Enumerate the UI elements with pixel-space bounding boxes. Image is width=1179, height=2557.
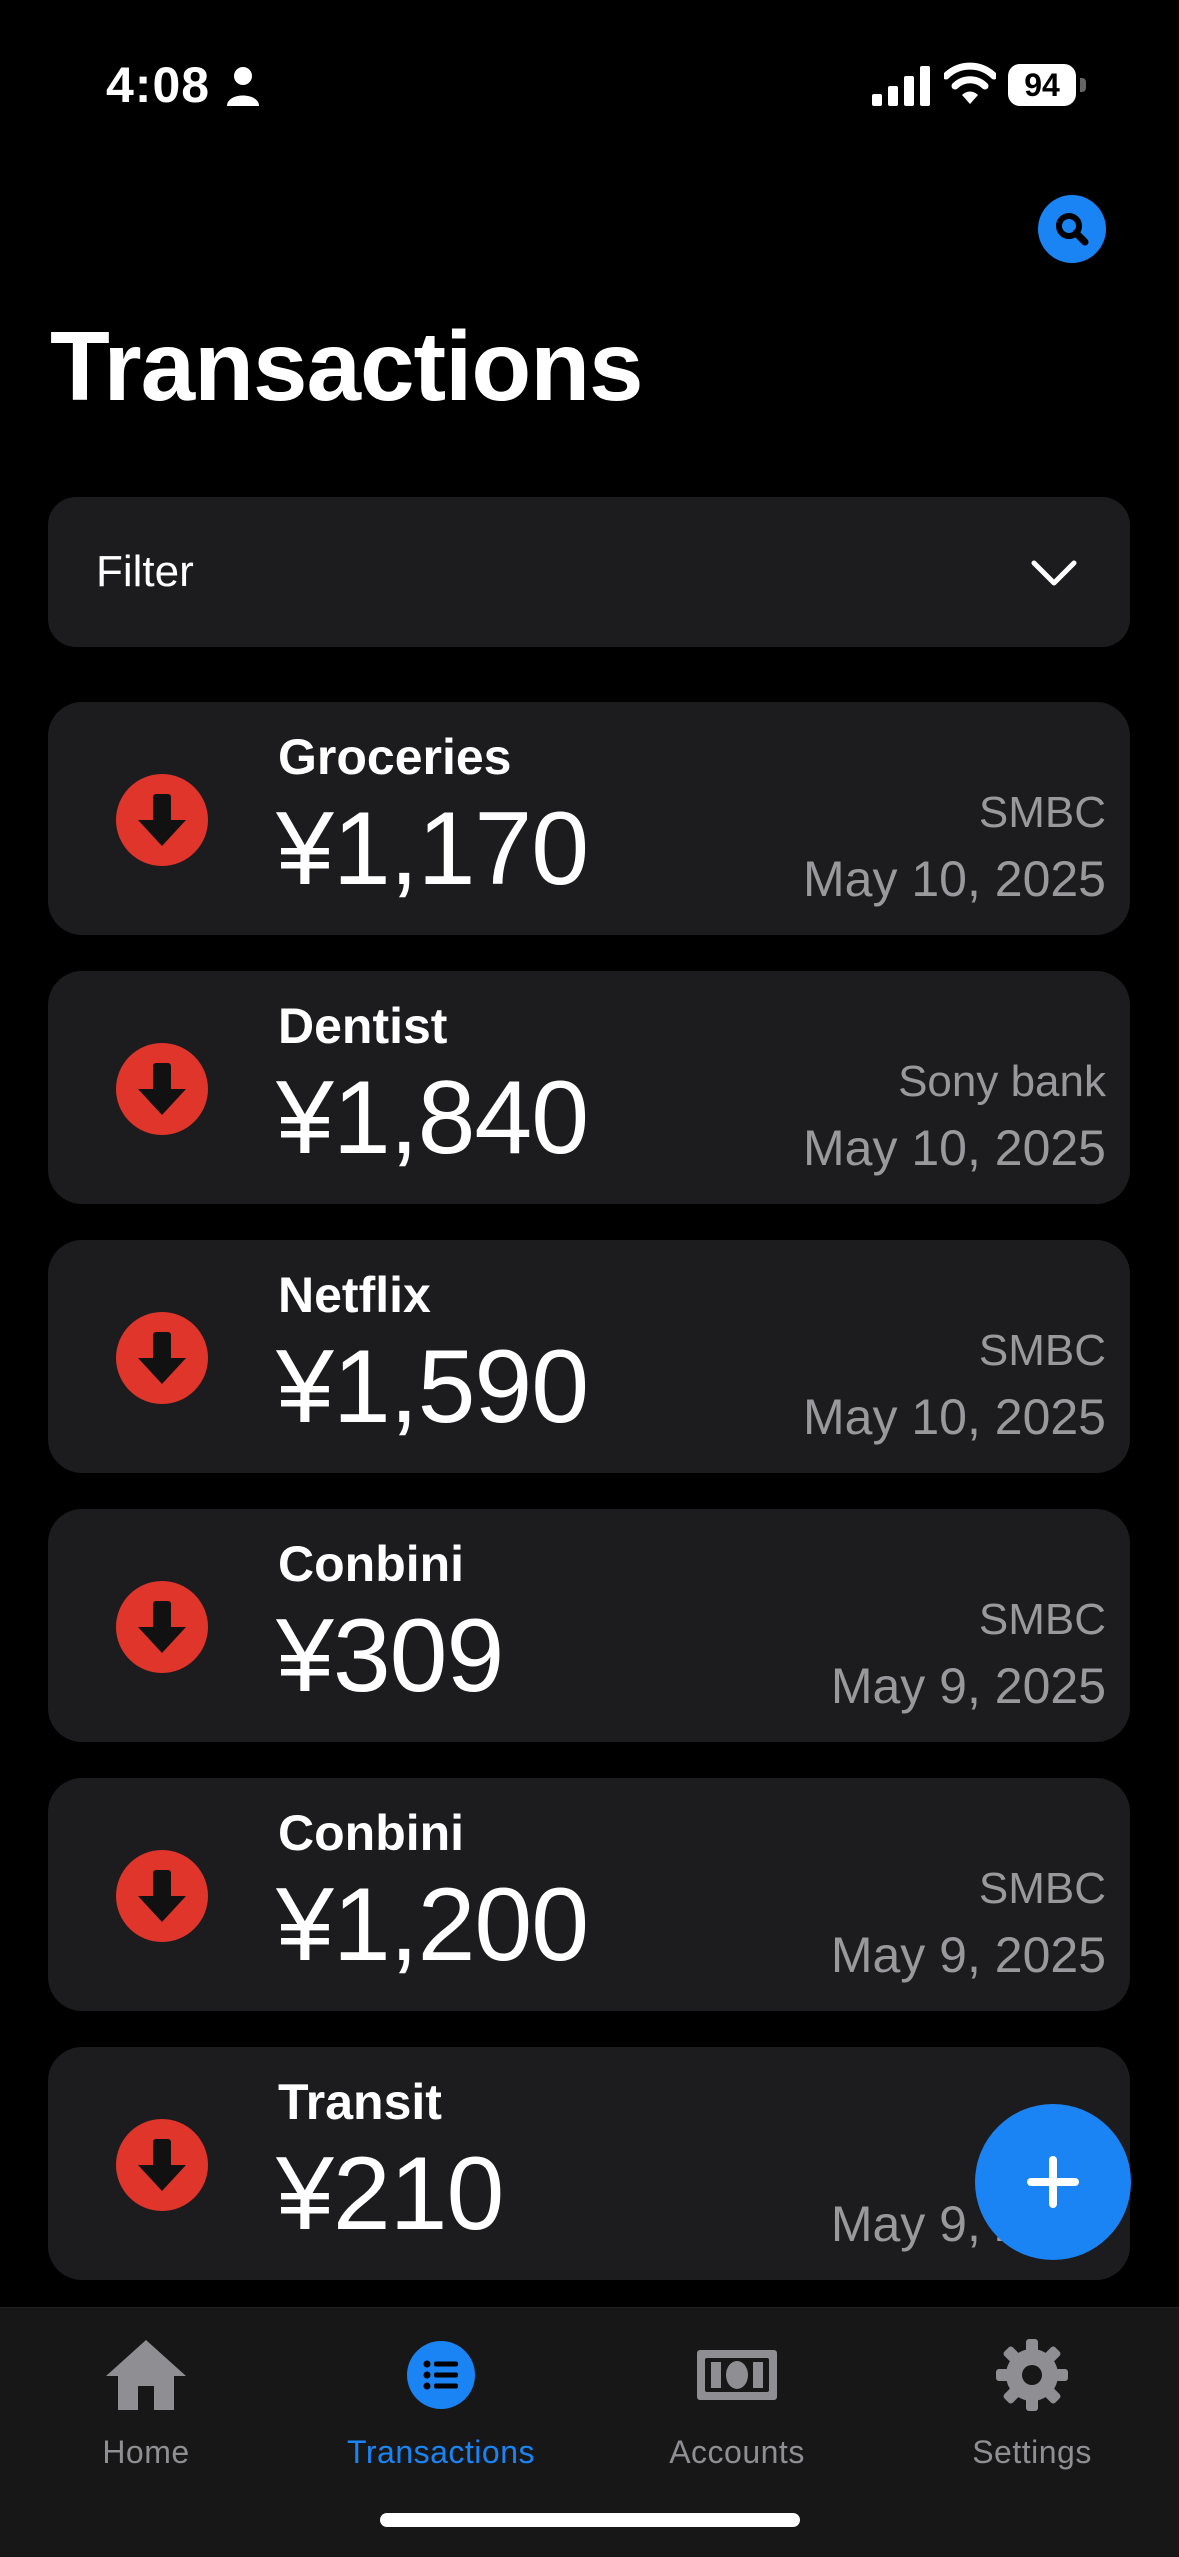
transaction-category: Conbini <box>278 1805 465 1861</box>
page-title: Transactions <box>50 311 644 421</box>
expense-arrow-down-icon <box>116 774 208 866</box>
transaction-account: Sony bank <box>898 1057 1106 1106</box>
transaction-category: Dentist <box>278 998 448 1054</box>
expense-arrow-down-icon <box>116 1850 208 1942</box>
transaction-category: Conbini <box>278 1536 465 1592</box>
chevron-down-icon <box>1031 560 1077 586</box>
filter-dropdown[interactable]: Filter <box>48 497 1130 647</box>
tab-accounts-label: Accounts <box>669 2434 805 2470</box>
expense-arrow-down-icon <box>116 1043 208 1135</box>
transaction-account: SMBC <box>978 1864 1106 1913</box>
list-icon <box>407 2341 475 2409</box>
transaction-account: SMBC <box>978 1326 1106 1375</box>
tab-transactions[interactable]: Transactions <box>311 2330 571 2470</box>
expense-arrow-down-icon <box>116 1312 208 1404</box>
status-time: 4:08 <box>106 57 211 113</box>
search-icon <box>1056 213 1089 246</box>
status-bar: 4:08 94 <box>0 0 1179 170</box>
transaction-list: Groceries ¥1,170 SMBC May 10, 2025 Denti… <box>48 702 1130 2316</box>
tab-accounts[interactable]: Accounts <box>607 2330 867 2470</box>
transaction-row[interactable]: Dentist ¥1,840 Sony bank May 10, 2025 <box>48 971 1130 1204</box>
transaction-date: May 9, 2025 <box>830 1658 1106 1714</box>
person-icon <box>227 67 259 106</box>
tab-settings-label: Settings <box>972 2434 1092 2470</box>
transaction-row[interactable]: Conbini ¥309 SMBC May 9, 2025 <box>48 1509 1130 1742</box>
transaction-amount: ¥1,840 <box>276 1060 589 1176</box>
transaction-date: May 10, 2025 <box>803 1120 1106 1176</box>
expense-arrow-down-icon <box>116 1581 208 1673</box>
transaction-date: May 10, 2025 <box>803 851 1106 907</box>
wifi-icon <box>944 62 996 104</box>
transaction-date: May 9, 2025 <box>830 1927 1106 1983</box>
transaction-amount: ¥309 <box>276 1598 504 1714</box>
transaction-category: Netflix <box>278 1267 431 1323</box>
transaction-account: SMBC <box>978 1595 1106 1644</box>
tab-home[interactable]: Home <box>16 2330 276 2470</box>
banknote-icon <box>697 2350 777 2400</box>
gear-icon <box>996 2339 1068 2411</box>
transaction-row[interactable]: Transit ¥210 May 9, 2025 <box>48 2047 1130 2280</box>
plus-icon <box>1027 2156 1079 2208</box>
transaction-row[interactable]: Conbini ¥1,200 SMBC May 9, 2025 <box>48 1778 1130 2011</box>
transaction-row[interactable]: Netflix ¥1,590 SMBC May 10, 2025 <box>48 1240 1130 1473</box>
transaction-amount: ¥1,200 <box>276 1867 589 1983</box>
transaction-amount: ¥1,590 <box>276 1329 589 1445</box>
transaction-category: Groceries <box>278 729 512 785</box>
tab-settings[interactable]: Settings <box>902 2330 1162 2470</box>
home-indicator[interactable] <box>380 2513 800 2527</box>
transaction-amount: ¥1,170 <box>276 791 589 907</box>
filter-label: Filter <box>96 547 194 596</box>
transaction-row[interactable]: Groceries ¥1,170 SMBC May 10, 2025 <box>48 702 1130 935</box>
expense-arrow-down-icon <box>116 2119 208 2211</box>
home-icon <box>106 2340 186 2410</box>
tab-transactions-label: Transactions <box>347 2434 535 2470</box>
transaction-category: Transit <box>278 2074 442 2130</box>
add-transaction-button[interactable] <box>975 2104 1131 2260</box>
transaction-date: May 10, 2025 <box>803 1389 1106 1445</box>
battery-level: 94 <box>1008 64 1076 106</box>
battery-indicator: 94 <box>1008 64 1086 106</box>
transaction-account: SMBC <box>978 788 1106 837</box>
tab-home-label: Home <box>102 2434 190 2470</box>
transaction-amount: ¥210 <box>276 2136 504 2252</box>
cellular-signal-icon <box>872 66 930 106</box>
search-button[interactable] <box>1038 195 1106 263</box>
battery-tip <box>1080 78 1086 92</box>
